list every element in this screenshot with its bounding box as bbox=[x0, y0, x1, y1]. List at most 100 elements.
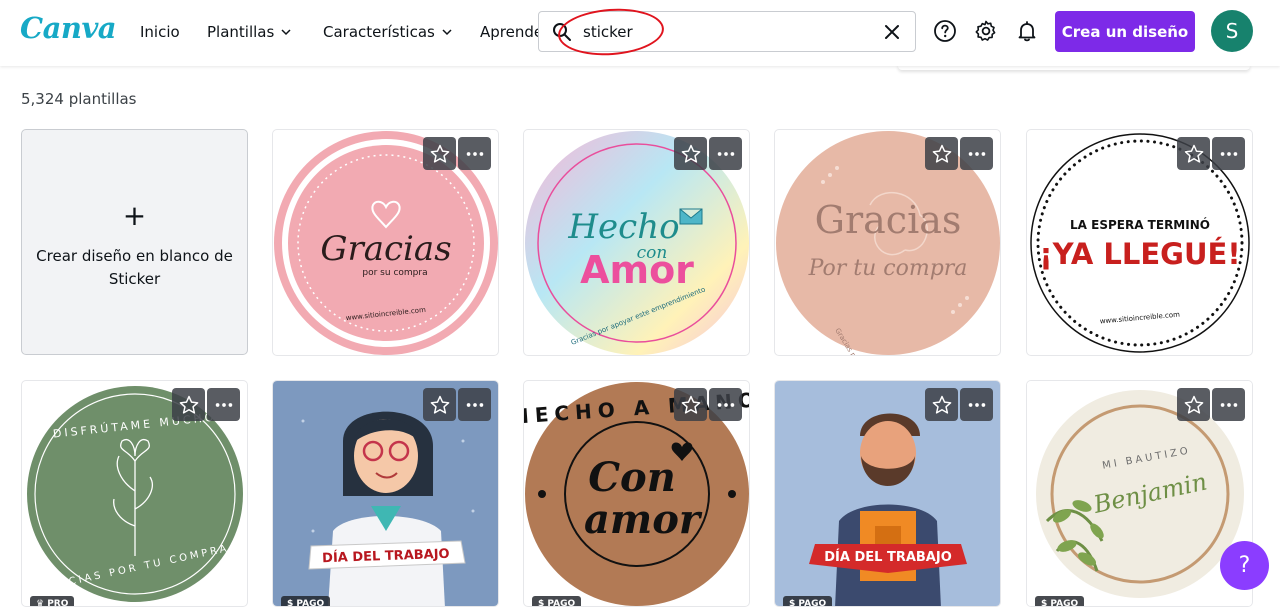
card-tools bbox=[674, 137, 742, 170]
more-options-button[interactable] bbox=[458, 137, 491, 170]
more-dots-icon bbox=[215, 402, 232, 407]
paid-badge: $ PAGO bbox=[1035, 596, 1085, 607]
card-tools bbox=[423, 388, 491, 421]
favorite-star-button[interactable] bbox=[172, 388, 205, 421]
star-icon bbox=[1184, 395, 1203, 414]
sticker-subtitle: por su compra bbox=[362, 268, 427, 278]
star-icon bbox=[681, 144, 700, 163]
nav-caracteristicas[interactable]: Características bbox=[323, 20, 453, 44]
star-icon bbox=[932, 395, 951, 414]
blank-card-label: Crear diseño en blanco de Sticker bbox=[36, 247, 233, 288]
template-card[interactable]: Gracias Por tu compra Gracias por apoyar… bbox=[774, 129, 1001, 356]
star-icon bbox=[1184, 144, 1203, 163]
star-icon bbox=[430, 144, 449, 163]
avatar[interactable]: S bbox=[1211, 10, 1253, 52]
card-tools bbox=[423, 137, 491, 170]
pro-badge: ♛ PRO bbox=[30, 596, 75, 607]
chevron-down-icon bbox=[442, 29, 452, 36]
favorite-star-button[interactable] bbox=[1177, 388, 1210, 421]
more-options-button[interactable] bbox=[1212, 137, 1245, 170]
plus-icon: + bbox=[122, 199, 147, 232]
card-tools bbox=[1177, 388, 1245, 421]
template-card[interactable]: DÍA DEL TRABAJO $ PAGO bbox=[272, 380, 499, 607]
more-options-button[interactable] bbox=[458, 388, 491, 421]
card-tools bbox=[674, 388, 742, 421]
search-icon[interactable] bbox=[552, 22, 572, 42]
template-card[interactable]: DISFRÚTAME MUCHO GRACIAS POR TU COMPRA ♛… bbox=[21, 380, 248, 607]
nav-inicio[interactable]: Inicio bbox=[140, 20, 180, 44]
chevron-down-icon bbox=[281, 29, 291, 36]
paid-badge: $ PAGO bbox=[532, 596, 582, 607]
paid-badge: $ PAGO bbox=[281, 596, 331, 607]
search-input[interactable] bbox=[583, 20, 873, 44]
bell-icon[interactable] bbox=[1015, 19, 1039, 43]
star-icon bbox=[179, 395, 198, 414]
card-tools bbox=[1177, 137, 1245, 170]
top-bar: Canva Inicio Plantillas Características … bbox=[0, 0, 1280, 66]
favorite-star-button[interactable] bbox=[674, 137, 707, 170]
sticker-title: LA ESPERA TERMINÓ bbox=[1070, 217, 1210, 232]
create-blank-sticker-card[interactable]: + Crear diseño en blanco de Sticker bbox=[21, 129, 248, 355]
favorite-star-button[interactable] bbox=[423, 388, 456, 421]
nav-caracteristicas-label: Características bbox=[323, 23, 435, 41]
sticker-title: DÍA DEL TRABAJO bbox=[824, 549, 952, 565]
nav-inicio-label: Inicio bbox=[140, 23, 180, 41]
star-icon bbox=[932, 144, 951, 163]
card-tools bbox=[172, 388, 240, 421]
star-icon bbox=[681, 395, 700, 414]
canva-logo[interactable]: Canva bbox=[20, 11, 117, 45]
favorite-star-button[interactable] bbox=[1177, 137, 1210, 170]
favorite-star-button[interactable] bbox=[925, 137, 958, 170]
card-tools bbox=[925, 137, 993, 170]
favorite-star-button[interactable] bbox=[423, 137, 456, 170]
template-card[interactable]: Hecho con Amor Gracias por apoyar este e… bbox=[523, 129, 750, 356]
more-options-button[interactable] bbox=[1212, 388, 1245, 421]
card-tools bbox=[925, 388, 993, 421]
template-card[interactable]: HECHO A MANO Con amor $ PAGO bbox=[523, 380, 750, 607]
sticker-title: Gracias bbox=[320, 229, 451, 269]
sticker-subtitle: ¡YA LLEGUÉ! bbox=[1039, 237, 1240, 271]
favorite-star-button[interactable] bbox=[925, 388, 958, 421]
nav-aprende-label: Aprende bbox=[480, 23, 544, 41]
more-options-button[interactable] bbox=[207, 388, 240, 421]
sticker-subtitle: amor bbox=[584, 496, 703, 543]
more-dots-icon bbox=[968, 151, 985, 156]
more-dots-icon bbox=[466, 151, 483, 156]
close-icon[interactable] bbox=[883, 23, 901, 41]
more-options-button[interactable] bbox=[960, 388, 993, 421]
help-circle-icon[interactable] bbox=[933, 19, 957, 43]
more-options-button[interactable] bbox=[960, 137, 993, 170]
nav-plantillas-label: Plantillas bbox=[207, 23, 275, 41]
more-options-button[interactable] bbox=[709, 388, 742, 421]
more-dots-icon bbox=[717, 151, 734, 156]
badge-label: PAGO bbox=[296, 599, 325, 607]
more-options-button[interactable] bbox=[709, 137, 742, 170]
badge-label: PAGO bbox=[547, 599, 576, 607]
favorite-star-button[interactable] bbox=[674, 388, 707, 421]
template-card[interactable]: Gracias por su compra www.sitioincreible… bbox=[272, 129, 499, 356]
sticker-title: Hecho bbox=[567, 207, 679, 247]
gear-icon[interactable] bbox=[974, 19, 998, 43]
template-card[interactable]: MI BAUTIZO Benjamin $ PAGO bbox=[1026, 380, 1253, 607]
star-icon bbox=[430, 395, 449, 414]
help-button[interactable]: ? bbox=[1220, 541, 1269, 590]
search-box bbox=[538, 11, 916, 52]
badge-label: PAGO bbox=[1050, 599, 1079, 607]
badge-label: PAGO bbox=[798, 599, 827, 607]
more-dots-icon bbox=[466, 402, 483, 407]
results-count: 5,324 plantillas bbox=[21, 90, 137, 108]
sticker-title: Con bbox=[588, 454, 676, 501]
template-card[interactable]: LA ESPERA TERMINÓ ¡YA LLEGUÉ! www.sitioi… bbox=[1026, 129, 1253, 356]
more-dots-icon bbox=[717, 402, 734, 407]
more-dots-icon bbox=[1220, 151, 1237, 156]
paid-badge: $ PAGO bbox=[783, 596, 833, 607]
create-design-button[interactable]: Crea un diseño bbox=[1055, 11, 1195, 52]
nav-plantillas[interactable]: Plantillas bbox=[207, 20, 292, 44]
sticker-subtitle: Amor bbox=[580, 248, 694, 292]
nav-aprende[interactable]: Aprende bbox=[480, 20, 543, 44]
sticker-subtitle: Por tu compra bbox=[808, 256, 968, 281]
template-card[interactable]: DÍA DEL TRABAJO $ PAGO bbox=[774, 380, 1001, 607]
more-dots-icon bbox=[968, 402, 985, 407]
badge-label: PRO bbox=[47, 599, 69, 607]
sticker-title: Gracias bbox=[815, 198, 962, 242]
